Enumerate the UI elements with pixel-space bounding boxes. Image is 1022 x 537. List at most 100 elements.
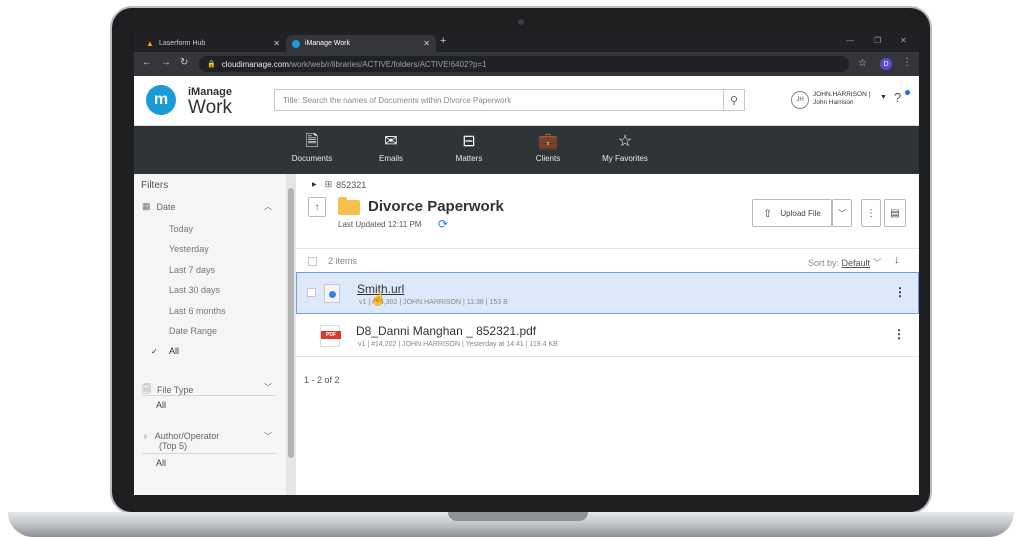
chevron-down-icon[interactable]: ﹀ — [264, 431, 272, 442]
profile-avatar[interactable]: D — [880, 58, 892, 70]
document-list-pane: ▶ ⊞ 852321 ↑ Divorce Paperwork Last Upda… — [296, 174, 919, 495]
chevron-down-icon: ﹀ — [838, 208, 846, 218]
tab-label: Laserform Hub — [159, 40, 206, 47]
search-input[interactable]: Title: Search the names of Documents wit… — [274, 89, 744, 111]
browser-menu-icon[interactable]: ⋮ — [902, 57, 912, 68]
table-row[interactable]: Smith.url v1 | #14,302 | JOHN.HARRISON |… — [296, 272, 919, 314]
date-option-yesterday[interactable]: Yesterday — [169, 244, 209, 254]
breadcrumb[interactable]: ▶ ⊞ 852321 — [312, 179, 366, 190]
imanage-icon — [292, 39, 300, 48]
url-host: cloudimanage.com — [221, 59, 289, 69]
minimize-icon[interactable]: — — [846, 36, 854, 45]
person-icon: ♁ — [142, 431, 149, 441]
main-nav: 🗎 Documents ✉ Emails ⊟ Matters 💼 Clients… — [134, 126, 919, 174]
lock-icon: 🔒 — [207, 61, 216, 68]
upload-icon: ⇧ — [763, 207, 773, 220]
email-icon: ✉ — [384, 133, 398, 150]
star-icon: ☆ — [617, 133, 633, 150]
chevron-down-icon[interactable]: ﹀ — [873, 258, 882, 268]
folder-title: Divorce Paperwork — [368, 198, 504, 215]
nav-matters[interactable]: ⊟ Matters — [437, 132, 501, 163]
notification-dot — [905, 90, 910, 95]
forward-icon[interactable]: → — [161, 57, 171, 68]
sort-control[interactable]: Sort by: Default ﹀ — [808, 256, 882, 269]
sidebar-scrollbar-thumb[interactable] — [288, 188, 294, 458]
address-bar[interactable]: 🔒 cloudimanage.com/work/web/r/libraries/… — [199, 56, 849, 72]
chevron-down-icon[interactable]: ﹀ — [264, 382, 272, 393]
url-path: /work/web/r/libraries/ACTIVE/folders/ACT… — [288, 59, 487, 69]
browser-tabbar: ▲ Laserform Hub ✕ iManage Work ✕ + — ❐ ✕ — [134, 32, 919, 52]
breadcrumb-label[interactable]: 852321 — [336, 180, 366, 190]
url-file-icon — [324, 284, 340, 303]
chevron-up-icon[interactable]: ︿ — [264, 201, 272, 212]
upload-dropdown-button[interactable]: ﹀ — [832, 199, 852, 227]
kebab-icon: ⋮ — [866, 207, 876, 219]
user-avatar[interactable]: JH — [791, 91, 809, 109]
filters-title: Filters — [141, 180, 169, 191]
table-row[interactable]: PDF D8_Danni Manghan _ 852321.pdf v1 | #… — [296, 315, 919, 357]
reload-icon[interactable]: ↻ — [180, 57, 188, 68]
author-filter-label: Author/Operator — [154, 431, 220, 441]
sort-direction-icon[interactable]: ↓ — [894, 254, 900, 266]
author-value: All — [156, 458, 167, 468]
row-checkbox[interactable] — [307, 288, 316, 297]
user-id[interactable]: JOHN.HARRISON | — [813, 91, 870, 98]
new-tab-button[interactable]: + — [440, 35, 446, 47]
divider — [142, 453, 276, 454]
date-filter-label: Date — [156, 201, 176, 212]
tab-label: iManage Work — [305, 40, 351, 47]
nav-my-favorites[interactable]: ☆ My Favorites — [593, 132, 657, 163]
row-menu-icon[interactable]: ⋮ — [894, 285, 906, 299]
imanage-logo[interactable]: m — [146, 85, 176, 115]
nav-documents[interactable]: 🗎 Documents — [280, 132, 344, 163]
date-option-all[interactable]: All — [169, 346, 179, 356]
tab-laserform-hub[interactable]: ▲ Laserform Hub ✕ — [140, 35, 286, 52]
matter-icon: ⊞ — [324, 179, 333, 189]
arrow-up-icon: ↑ — [314, 201, 320, 213]
file-name-link[interactable]: D8_Danni Manghan _ 852321.pdf — [356, 324, 536, 338]
upload-file-button[interactable]: ⇧ Upload File — [752, 199, 832, 227]
last-updated: Last Updated 12:11 PM — [338, 220, 422, 229]
document-icon: 🗎 — [305, 133, 319, 150]
file-meta: v1 | #14,202 | JOHN.HARRISON | Yesterday… — [358, 341, 558, 348]
up-folder-button[interactable]: ↑ — [308, 197, 326, 217]
file-type-value: All — [156, 400, 167, 410]
close-icon[interactable]: ✕ — [273, 39, 280, 48]
more-actions-button[interactable]: ⋮ — [861, 199, 881, 227]
panel-icon: ▤ — [890, 207, 900, 219]
author-filter-header[interactable]: ♁ Author/Operator — [142, 431, 219, 441]
user-name[interactable]: John Harrison — [813, 99, 853, 106]
bookmark-star-icon[interactable]: ☆ — [858, 58, 867, 69]
date-option-last-30-days[interactable]: Last 30 days — [169, 285, 220, 295]
close-icon[interactable]: ✕ — [423, 39, 430, 48]
row-menu-icon[interactable]: ⋮ — [893, 327, 905, 341]
chevron-down-icon[interactable]: ▼ — [880, 94, 887, 101]
restore-icon[interactable]: ❐ — [874, 36, 881, 45]
hand-cursor-icon: ☝ — [370, 291, 387, 306]
date-option-today[interactable]: Today — [169, 224, 193, 234]
details-panel-button[interactable]: ▤ — [884, 199, 906, 227]
pdf-file-icon: PDF — [320, 325, 341, 347]
window-close-icon[interactable]: ✕ — [900, 36, 907, 45]
refresh-icon[interactable]: ⟳ — [438, 217, 448, 231]
nav-emails[interactable]: ✉ Emails — [359, 132, 423, 163]
date-option-date-range[interactable]: Date Range — [169, 326, 217, 336]
laptop-mockup: ▲ Laserform Hub ✕ iManage Work ✕ + — ❐ ✕… — [0, 0, 1022, 537]
list-header: 2 items Sort by: Default ﹀ ↓ — [296, 248, 919, 272]
date-option-last-7-days[interactable]: Last 7 days — [169, 265, 215, 275]
calendar-icon: ▦ — [142, 201, 151, 211]
sort-value[interactable]: Default — [842, 258, 871, 268]
date-option-last-6-months[interactable]: Last 6 months — [169, 306, 226, 316]
nav-clients[interactable]: 💼 Clients — [516, 132, 580, 163]
back-icon[interactable]: ← — [142, 57, 152, 68]
search-button[interactable]: ⚲ — [723, 89, 745, 111]
check-icon: ✓ — [151, 347, 158, 356]
upload-label: Upload File — [780, 208, 821, 218]
help-icon[interactable]: ? — [894, 90, 901, 105]
caret-right-icon[interactable]: ▶ — [312, 181, 317, 188]
tab-imanage-work[interactable]: iManage Work ✕ — [286, 35, 436, 52]
date-filter-header[interactable]: ▦ Date — [142, 201, 176, 212]
select-all-checkbox[interactable] — [308, 257, 317, 266]
folder-icon — [338, 197, 360, 215]
nav-label: Emails — [378, 154, 403, 163]
